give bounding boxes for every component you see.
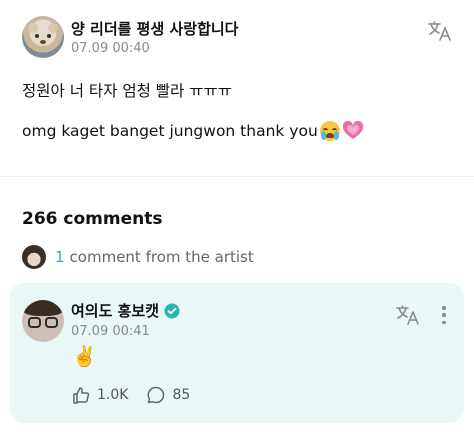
comment-actions: 1.0K 85: [71, 385, 190, 405]
verified-icon: [164, 303, 180, 318]
artist-comments-filter[interactable]: 1 comment from the artist: [22, 245, 254, 269]
section-divider: [0, 176, 474, 177]
like-icon[interactable]: [71, 385, 91, 405]
artist-comment-card: 여의도 홍보캣 07.09 00:41 ✌️ 1.0K 85: [10, 283, 464, 423]
post-author-avatar[interactable]: [22, 16, 64, 58]
loudly-crying-face-icon: [319, 121, 340, 141]
comment-body: ✌️: [72, 344, 97, 368]
growing-heart-icon: [342, 120, 364, 141]
post-author-name[interactable]: 양 리더를 평생 사랑합니다: [71, 18, 238, 39]
more-options-icon[interactable]: [438, 304, 450, 326]
post-body-english: omg kaget banget jungwon thank you: [22, 120, 364, 141]
artist-comment-count: 1: [55, 248, 65, 266]
comment-author-avatar[interactable]: [22, 300, 64, 342]
post-body-korean: 정원아 너 타자 엄청 빨라 ㅠㅠㅠ: [22, 82, 233, 100]
post: 양 리더를 평생 사랑합니다 07.09 00:40 정원아 너 타자 엄청 빨…: [0, 0, 474, 176]
comment-timestamp: 07.09 00:41: [71, 324, 150, 339]
like-count: 1.0K: [97, 387, 129, 403]
comment-author-name[interactable]: 여의도 홍보캣: [71, 300, 159, 321]
reply-icon[interactable]: [146, 385, 166, 405]
comments-count: 266 comments: [22, 209, 163, 229]
post-body-english-text: omg kaget banget jungwon thank you: [22, 122, 318, 140]
translate-icon[interactable]: [395, 304, 421, 326]
translate-icon[interactable]: [427, 20, 453, 42]
reply-count: 85: [172, 387, 191, 403]
comment-author[interactable]: 여의도 홍보캣: [71, 300, 180, 321]
post-timestamp: 07.09 00:40: [71, 41, 150, 56]
artist-comment-label: comment from the artist: [69, 248, 254, 266]
artist-avatar: [22, 245, 46, 269]
